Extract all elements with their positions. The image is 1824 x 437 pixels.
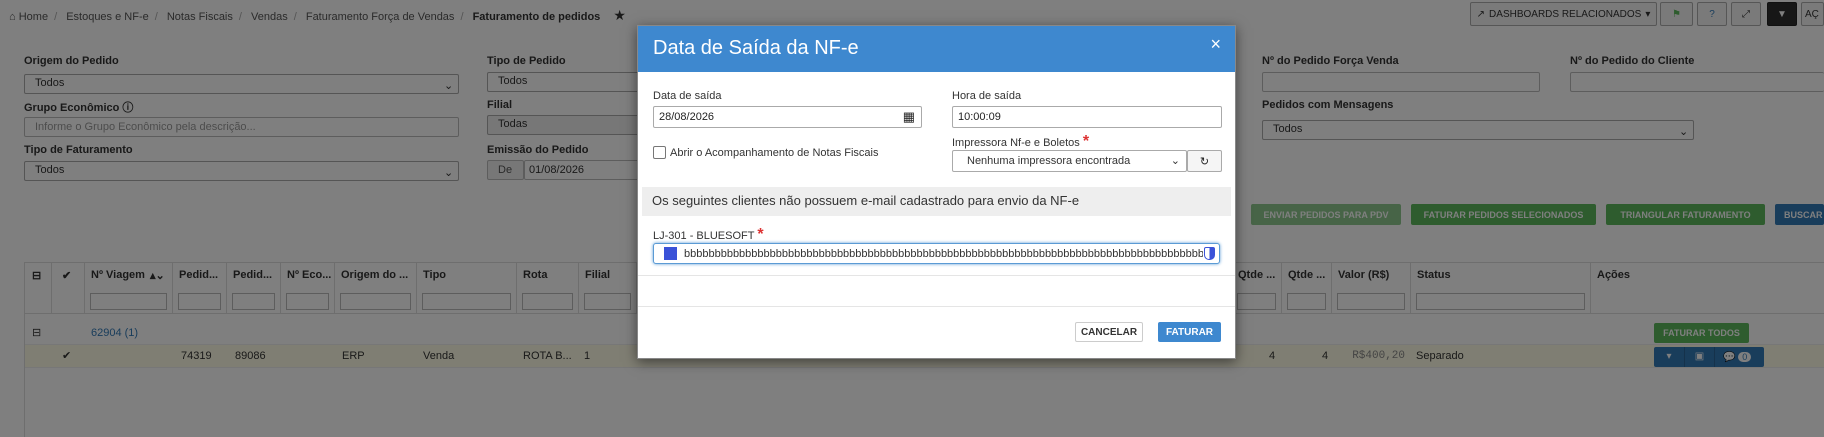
faturar-button[interactable]: FATURAR — [1158, 322, 1221, 342]
cancel-button[interactable]: CANCELAR — [1075, 322, 1143, 342]
modal-header: Data de Saída da NF-e × — [638, 26, 1235, 72]
modal-title: Data de Saída da NF-e — [653, 37, 859, 59]
hora-saida-label: Hora de saída — [952, 90, 1022, 102]
calendar-icon[interactable]: ▦ — [903, 109, 915, 125]
divider — [638, 306, 1235, 307]
divider — [638, 275, 1235, 276]
refresh-icon: ↻ — [1199, 156, 1210, 168]
password-manager-icon[interactable] — [1204, 247, 1215, 260]
warning-box: Os seguintes clientes não possuem e-mail… — [642, 187, 1231, 216]
color-marker-icon — [664, 247, 677, 260]
chevron-down-icon: ⌄ — [1170, 155, 1180, 167]
data-saida-input[interactable]: 28/08/2026 ▦ — [653, 106, 922, 128]
hora-saida-input[interactable]: 10:00:09 — [952, 106, 1222, 128]
required-marker: * — [757, 226, 764, 243]
refresh-button[interactable]: ↻ — [1187, 150, 1222, 172]
data-saida-label: Data de saída — [653, 90, 722, 102]
impressora-label: Impressora Nf-e e Boletos * — [952, 133, 1090, 150]
impressora-select[interactable]: Nenhuma impressora encontrada ⌄ — [952, 150, 1187, 172]
required-marker: * — [1082, 133, 1090, 150]
email-value: bbbbbbbbbbbbbbbbbbbbbbbbbbbbbbbbbbbbbbbb… — [684, 248, 1203, 260]
abrir-acompanhamento-checkbox[interactable] — [653, 146, 666, 159]
abrir-acompanhamento-label[interactable]: Abrir o Acompanhamento de Notas Fiscais — [670, 147, 879, 159]
cliente-email-label: LJ-301 - BLUESOFT * — [653, 226, 764, 243]
close-icon[interactable]: × — [1210, 34, 1221, 55]
modal-data-saida: Data de Saída da NF-e × Data de saída 28… — [637, 25, 1236, 359]
email-input[interactable]: bbbbbbbbbbbbbbbbbbbbbbbbbbbbbbbbbbbbbbbb… — [653, 243, 1220, 264]
